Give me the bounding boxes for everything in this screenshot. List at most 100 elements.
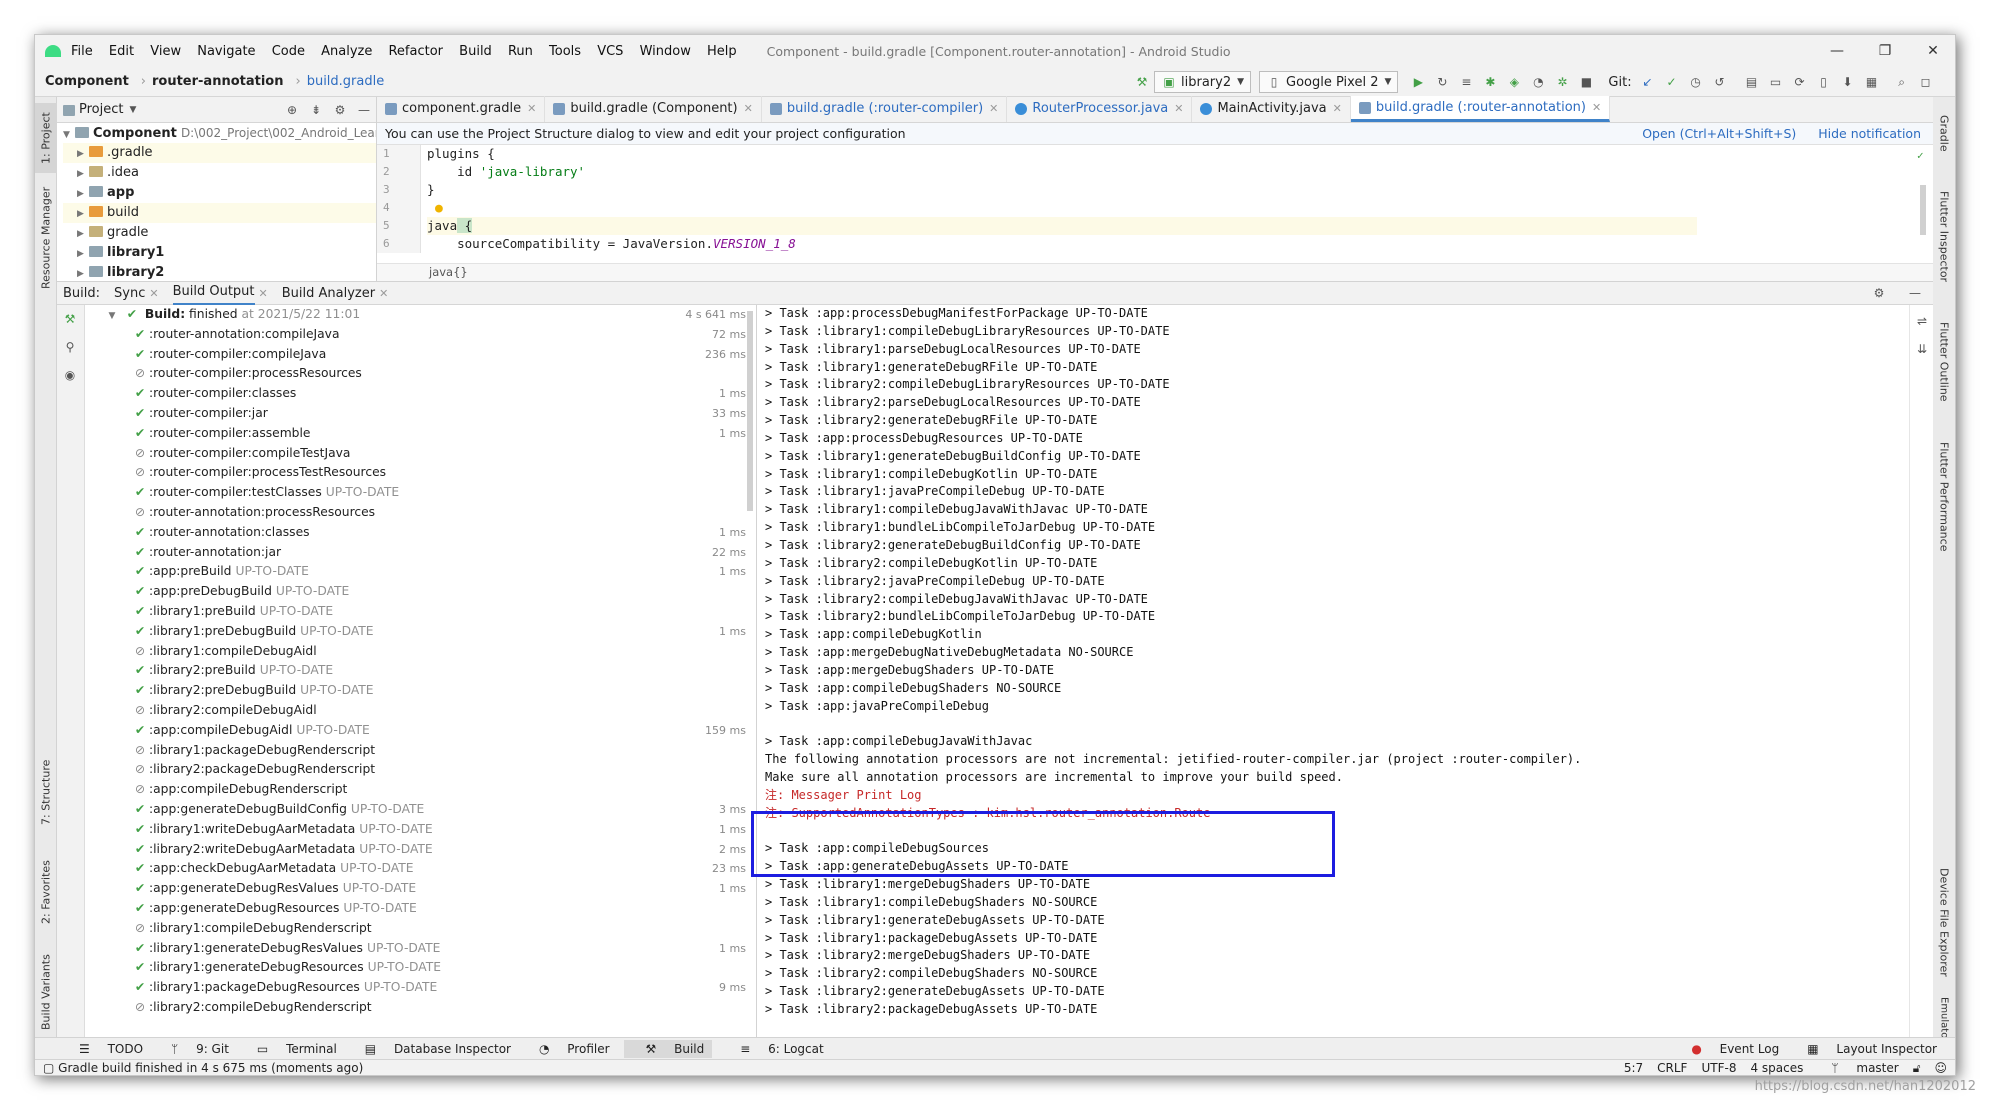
task-row[interactable]: ✔:app:preDebugBuild UP-TO-DATE	[85, 582, 756, 602]
breadcrumb-module[interactable]: router-annotation	[152, 74, 284, 89]
menu-build[interactable]: Build	[459, 44, 492, 59]
git-commit-icon[interactable]: ✓	[1664, 74, 1680, 90]
hide-panel-icon[interactable]: —	[1907, 285, 1923, 301]
tree-item-library2[interactable]: ▶ library2	[63, 263, 376, 283]
editor-tab[interactable]: MainActivity.java ✕	[1192, 96, 1351, 122]
menu-view[interactable]: View	[150, 44, 181, 59]
menu-navigate[interactable]: Navigate	[197, 44, 255, 59]
task-row[interactable]: ⊘:library2:compileDebugRenderscript	[85, 998, 756, 1018]
project-view-select[interactable]: Project	[79, 102, 123, 117]
inspector-icon[interactable]: ☺	[1934, 1060, 1947, 1075]
tree-item-idea[interactable]: ▶ .idea	[63, 163, 376, 183]
task-row[interactable]: ⊘:router-compiler:compileTestJava	[85, 444, 756, 464]
close-tab-icon[interactable]: ✕	[259, 287, 268, 300]
task-row[interactable]: ✔:library2:preDebugBuild UP-TO-DATE	[85, 681, 756, 701]
line-separator[interactable]: CRLF	[1657, 1060, 1687, 1075]
task-row[interactable]: ⊘:library1:compileDebugAidl	[85, 642, 756, 662]
stop-icon[interactable]: ■	[1578, 74, 1594, 90]
sync-gradle-icon[interactable]: ⟳	[1792, 74, 1808, 90]
task-row[interactable]: ✔:router-compiler:assemble 1 ms	[85, 424, 756, 444]
minimize-button[interactable]: —	[1813, 35, 1861, 67]
layout-inspector-icon[interactable]: ▦	[1864, 74, 1880, 90]
tree-item-build[interactable]: ▶ build	[63, 203, 376, 223]
tool-build[interactable]: ⚒ Build	[623, 1039, 713, 1058]
task-row[interactable]: ✔:router-compiler:compileJava 236 ms	[85, 345, 756, 365]
tool-layout-inspector[interactable]: ▦ Layout Inspector	[1793, 1042, 1937, 1056]
sdk-manager-icon[interactable]: ⬇	[1840, 74, 1856, 90]
apply-code-icon[interactable]: ≡	[1458, 74, 1474, 90]
run-config-select[interactable]: ▣ library2 ▼	[1154, 71, 1252, 93]
editor-tab[interactable]: build.gradle (Component) ✕	[545, 96, 762, 122]
task-row[interactable]: ✔:library1:generateDebugResValues UP-TO-D…	[85, 939, 756, 959]
task-row[interactable]: ✔:app:preBuild UP-TO-DATE 1 ms	[85, 562, 756, 582]
task-row[interactable]: ✔:app:generateDebugBuildConfig UP-TO-DATE…	[85, 800, 756, 820]
close-tab-icon[interactable]: ✕	[1174, 96, 1183, 122]
task-row[interactable]: ✔:app:generateDebugResValues UP-TO-DATE 1 …	[85, 879, 756, 899]
tree-item-gradle-dir[interactable]: ▶ .gradle	[63, 143, 376, 163]
indent-setting[interactable]: 4 spaces	[1750, 1060, 1803, 1075]
task-row[interactable]: ⊘:library2:compileDebugAidl	[85, 701, 756, 721]
apply-changes-icon[interactable]: ↻	[1434, 74, 1450, 90]
task-row[interactable]: ⊘:router-annotation:processResources	[85, 503, 756, 523]
tool-tab-gradle[interactable]: Gradle	[1932, 103, 1955, 163]
task-row[interactable]: ✔:library1:preDebugBuild UP-TO-DATE 1 ms	[85, 622, 756, 642]
close-tab-icon[interactable]: ✕	[379, 287, 388, 300]
close-tab-icon[interactable]: ✕	[149, 287, 158, 300]
menu-run[interactable]: Run	[508, 44, 533, 59]
task-row[interactable]: ✔:library2:writeDebugAarMetadata UP-TO-DA…	[85, 840, 756, 860]
avatar-icon[interactable]: ◻	[1918, 74, 1934, 90]
tool-tab-device-file-explorer[interactable]: Device File Explorer	[1932, 847, 1955, 997]
code-editor[interactable]: 1 2 3 4 5 6 ● plugins { id 'java-library…	[377, 145, 1933, 263]
tab-build-analyzer[interactable]: Build Analyzer	[282, 286, 375, 301]
close-tab-icon[interactable]: ✕	[527, 96, 536, 122]
tool-profiler[interactable]: ◔ Profiler	[525, 1042, 610, 1056]
run-icon[interactable]: ▶	[1410, 74, 1426, 90]
task-row[interactable]: ✔:router-compiler:classes 1 ms	[85, 384, 756, 404]
debug-icon[interactable]: ✱	[1482, 74, 1498, 90]
task-row[interactable]: ✔:router-compiler:jar 33 ms	[85, 404, 756, 424]
task-row[interactable]: ✔:library1:generateDebugResources UP-TO-D…	[85, 958, 756, 978]
attach-debugger-icon[interactable]: ✲	[1554, 74, 1570, 90]
restore-button[interactable]: ❐	[1861, 35, 1909, 67]
gear-icon[interactable]: ⚙	[332, 102, 348, 118]
task-row[interactable]: ✔:router-annotation:classes 1 ms	[85, 523, 756, 543]
task-row[interactable]: ⊘:app:compileDebugRenderscript	[85, 780, 756, 800]
project-structure-icon[interactable]: ▤	[1744, 74, 1760, 90]
gear-icon[interactable]: ⚙	[1871, 285, 1887, 301]
task-row[interactable]: ✔:app:compileDebugAidl UP-TO-DATE 159 ms	[85, 721, 756, 741]
git-branch[interactable]: ᛘ master	[1817, 1060, 1898, 1075]
collapse-all-icon[interactable]: ⇟	[308, 102, 324, 118]
tab-sync[interactable]: Sync	[114, 286, 145, 301]
device-select[interactable]: ▯ Google Pixel 2 ▼	[1259, 71, 1399, 93]
coverage-icon[interactable]: ◈	[1506, 74, 1522, 90]
hide-notification-link[interactable]: Hide notification	[1818, 126, 1921, 141]
tool-tab-resource-manager[interactable]: Resource Manager	[35, 183, 57, 293]
tree-item-app[interactable]: ▶ app	[63, 183, 376, 203]
task-row[interactable]: ⊘:router-compiler:processTestResources	[85, 463, 756, 483]
close-tab-icon[interactable]: ✕	[989, 96, 998, 122]
open-project-structure-link[interactable]: Open (Ctrl+Alt+Shift+S)	[1642, 126, 1796, 141]
task-row[interactable]: ✔:router-annotation:jar 22 ms	[85, 543, 756, 563]
breadcrumb-project[interactable]: Component	[45, 74, 129, 89]
build-root-row[interactable]: ▼ ✔ Build: finished at 2021/5/22 11:01 4…	[85, 305, 756, 325]
scroll-to-end-icon[interactable]: ⇊	[1914, 341, 1930, 357]
code-breadcrumb[interactable]: java{}	[377, 263, 1933, 281]
tool-tab-flutter-performance[interactable]: Flutter Performance	[1932, 427, 1955, 567]
git-rollback-icon[interactable]: ↺	[1712, 74, 1728, 90]
tool-todo[interactable]: ☰ TODO	[65, 1042, 143, 1056]
lock-icon[interactable]: 🔓︎	[1913, 1060, 1921, 1075]
tree-item-gradle[interactable]: ▶ gradle	[63, 223, 376, 243]
tool-database-inspector[interactable]: ▤ Database Inspector	[351, 1042, 511, 1056]
menu-analyze[interactable]: Analyze	[321, 44, 372, 59]
task-row[interactable]: ✔:library2:preBuild UP-TO-DATE	[85, 661, 756, 681]
task-row[interactable]: ⊘:router-compiler:processResources	[85, 364, 756, 384]
vertical-scrollbar[interactable]	[747, 311, 753, 511]
editor-tab[interactable]: build.gradle (:router-compiler) ✕	[762, 96, 1008, 122]
task-row[interactable]: ⊘:library1:packageDebugRenderscript	[85, 741, 756, 761]
task-row[interactable]: ✔:library1:packageDebugResources UP-TO-DA…	[85, 978, 756, 998]
git-update-icon[interactable]: ↙	[1640, 74, 1656, 90]
close-tab-icon[interactable]: ✕	[1592, 95, 1601, 121]
close-tab-icon[interactable]: ✕	[1333, 96, 1342, 122]
git-history-icon[interactable]: ◷	[1688, 74, 1704, 90]
tool-tab-project[interactable]: 1: Project	[35, 103, 57, 173]
